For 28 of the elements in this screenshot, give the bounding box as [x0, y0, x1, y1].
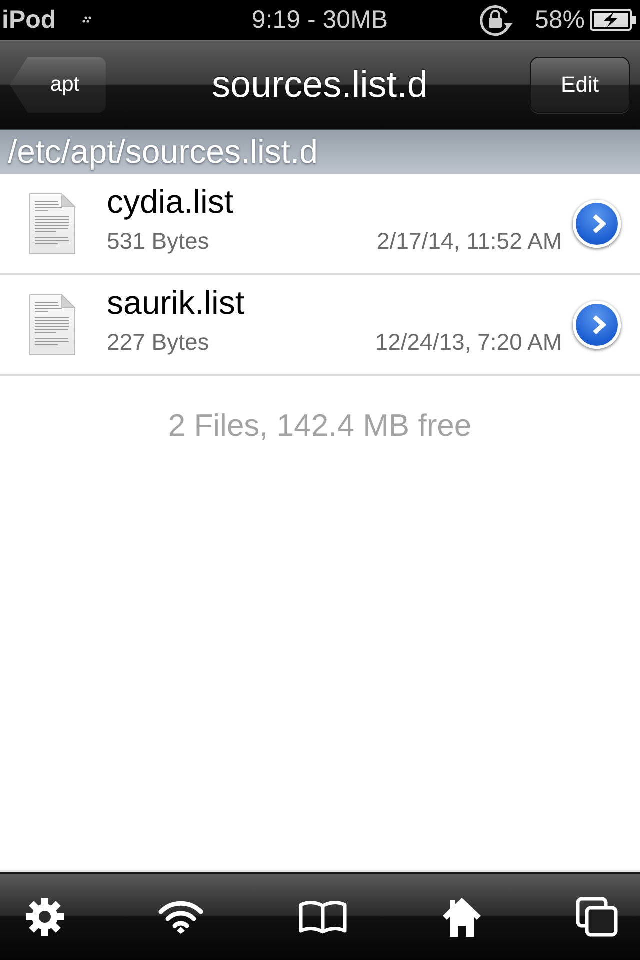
folder-summary: 2 Files, 142.4 MB free — [168, 407, 472, 445]
windows-icon[interactable] — [576, 897, 618, 937]
back-button[interactable]: apt — [10, 57, 106, 113]
file-size: 227 Bytes — [107, 328, 210, 357]
device-name: iPod — [2, 6, 56, 34]
settings-icon[interactable] — [25, 897, 65, 937]
wifi-icon[interactable] — [158, 900, 204, 934]
book-icon[interactable] — [298, 900, 348, 934]
file-date: 2/17/14, 11:52 AM — [377, 227, 562, 256]
file-size: 531 Bytes — [107, 227, 210, 256]
file-date: 12/24/13, 7:20 AM — [375, 328, 562, 357]
activity-dots-icon — [82, 16, 92, 24]
battery-charging-icon — [590, 9, 636, 31]
file-name: saurik.list — [107, 283, 245, 323]
battery-percent: 58% — [534, 6, 585, 34]
path-text: /etc/apt/sources.list.d — [8, 132, 318, 172]
home-icon[interactable] — [440, 896, 483, 938]
document-icon — [28, 294, 76, 356]
document-icon — [28, 192, 76, 254]
page-title: sources.list.d — [212, 64, 428, 106]
chevron-right-icon — [592, 214, 606, 234]
file-row[interactable]: saurik.list 227 Bytes 12/24/13, 7:20 AM — [0, 275, 640, 376]
status-time: 9:19 - 30MB — [252, 6, 388, 34]
edit-button[interactable]: Edit — [530, 57, 630, 113]
chevron-right-icon — [592, 314, 606, 334]
rotation-lock-icon — [478, 3, 513, 37]
file-name: cydia.list — [107, 182, 234, 222]
file-row[interactable]: cydia.list 531 Bytes 2/17/14, 11:52 AM — [0, 174, 640, 275]
